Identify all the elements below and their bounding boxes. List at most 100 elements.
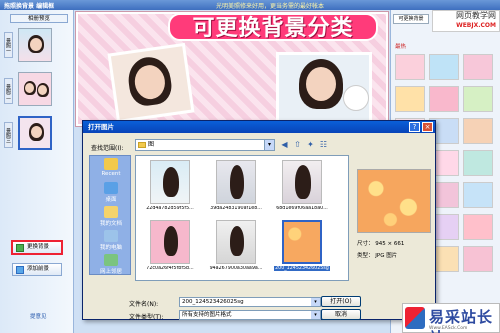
preview-pane: 尺寸： 945 × 661 类型： JPG 图片 — [355, 155, 433, 281]
network-icon — [104, 254, 118, 266]
add-image-icon — [16, 266, 24, 274]
place-my-documents[interactable]: 我的文档 — [92, 206, 130, 232]
watermark-top-title: 网页教学网 — [456, 11, 496, 20]
chevron-down-icon: ▾ — [311, 298, 320, 306]
look-in-dropdown[interactable]: 图 ▾ — [135, 139, 275, 151]
back-icon[interactable]: ◀ — [279, 139, 290, 150]
feedback-link[interactable]: 提意见 — [30, 312, 47, 320]
folder-icon — [138, 142, 146, 148]
open-button[interactable]: 打开(O) — [321, 296, 361, 307]
close-button[interactable]: × — [422, 122, 433, 132]
place-network-label: 网上邻居 — [99, 269, 122, 275]
file-item[interactable]: 39da2483190af1e8... — [208, 160, 264, 220]
documents-icon — [104, 206, 118, 218]
up-folder-icon[interactable]: ⇧ — [292, 139, 303, 150]
watermark-bottom: 易采站长站 Www.EASck.Com — [402, 303, 500, 333]
scene-label-1: 景照一 — [4, 32, 13, 58]
place-my-documents-label: 我的文档 — [99, 221, 122, 227]
filetype-label: 文件类型(T): — [129, 314, 164, 321]
file-thumbnail — [150, 220, 190, 264]
filetype-value: 所有支持的图片格式 — [182, 312, 232, 318]
place-my-computer[interactable]: 我的电脑 — [92, 230, 130, 256]
background-swatch[interactable] — [429, 54, 459, 80]
place-network[interactable]: 网上邻居 — [92, 254, 130, 280]
file-list: 22d4a782d59f5f5... 39da2483190af1e8... 6… — [135, 155, 349, 281]
filetype-dropdown[interactable]: 所有支持的图片格式 ▾ — [179, 310, 321, 320]
watermark-site-url: Www.EASck.Com — [429, 326, 468, 331]
site-logo-icon — [405, 307, 425, 329]
place-desktop[interactable]: 桌面 — [92, 182, 130, 208]
file-name: 39da2483190af1e8... — [210, 206, 262, 211]
file-thumbnail — [282, 160, 322, 204]
background-swatch[interactable] — [463, 246, 493, 272]
file-thumbnail — [216, 160, 256, 204]
scene-thumbnail-3[interactable] — [18, 116, 52, 150]
file-item[interactable]: 22d4a782d59f5f5... — [142, 160, 198, 220]
file-name: 68d1e69f06aa18a0... — [276, 206, 328, 211]
image-icon — [16, 244, 24, 252]
open-image-dialog: 打开图片 ? × 查找范围(I): 图 ▾ ◀ ⇧ ✦ ☷ Recent 桌面 … — [82, 120, 436, 321]
background-swatch[interactable] — [395, 86, 425, 112]
preview-size-value: 945 × 661 — [375, 241, 405, 247]
file-thumbnail — [150, 160, 190, 204]
preview-size: 尺寸： 945 × 661 — [357, 239, 404, 247]
filename-value: 200_124523426025sg — [182, 299, 244, 305]
file-item[interactable]: 68d1e69f06aa18a0... — [274, 160, 330, 220]
app-title-bar: 拖照换背景 编辑框 光明美照修来好用，更当务需的最好帐本 — [0, 0, 500, 10]
new-folder-icon[interactable]: ✦ — [305, 139, 316, 150]
add-foreground-label: 添加前景 — [27, 266, 50, 272]
album-preview-header: 相册预览 — [10, 14, 68, 23]
cancel-button[interactable]: 取消 — [321, 309, 361, 320]
file-item[interactable]: 72c0a26f4f5fbf5b... — [142, 220, 198, 280]
preview-size-label: 尺寸： — [357, 241, 374, 247]
category-hot[interactable]: 最热 — [395, 42, 406, 50]
change-background-button[interactable]: 更换背景 — [12, 241, 62, 254]
desktop-icon — [104, 182, 118, 194]
file-name: 200_124523426025sg — [274, 266, 330, 271]
watermark-top: 网页教学网 WEBJX.COM — [432, 10, 500, 32]
background-swatch[interactable] — [463, 182, 493, 208]
file-item-selected[interactable]: 200_124523426025sg — [274, 220, 330, 280]
photo-background-app: 拖照换背景 编辑框 光明美照修来好用，更当务需的最好帐本 相册预览 景照一 景照… — [0, 0, 500, 333]
filename-input[interactable]: 200_124523426025sg ▾ — [179, 297, 321, 307]
change-background-label: 更换背景 — [27, 244, 50, 250]
place-desktop-label: 桌面 — [105, 197, 117, 203]
background-swatch[interactable] — [463, 214, 493, 240]
watermark-top-url: WEBJX.COM — [456, 22, 496, 29]
app-notice: 光明美照修来好用，更当务需的最好帐本 — [216, 3, 325, 10]
view-menu-icon[interactable]: ☷ — [318, 139, 329, 150]
file-thumbnail — [282, 220, 322, 264]
canvas-photo-left — [107, 42, 195, 124]
balloon-shape — [343, 85, 369, 111]
file-name: 94a267900a30aa9a... — [209, 266, 263, 271]
preview-type: 类型： JPG 图片 — [357, 251, 397, 259]
background-swatch[interactable] — [463, 118, 493, 144]
scene-thumbnail-2[interactable] — [18, 72, 52, 106]
place-recent[interactable]: Recent — [92, 158, 130, 184]
place-my-computer-label: 我的电脑 — [99, 245, 122, 251]
background-swatch[interactable] — [463, 54, 493, 80]
dialog-bottom-row: 文件名(N): 200_124523426025sg ▾ 打开(O) 文件类型(… — [83, 287, 435, 321]
background-swatch[interactable] — [395, 54, 425, 80]
scene-thumbnail-1[interactable] — [18, 28, 52, 62]
places-bar: Recent 桌面 我的文档 我的电脑 网上邻居 — [89, 155, 131, 275]
file-item[interactable]: 94a267900a30aa9a... — [208, 220, 264, 280]
scene-label-2: 景照二 — [4, 78, 13, 104]
filename-label: 文件名(N): — [129, 301, 159, 308]
look-in-value: 图 — [148, 141, 155, 148]
file-name: 22d4a782d59f5f5... — [146, 206, 194, 211]
background-swatch[interactable] — [463, 86, 493, 112]
scene-label-3: 景照三 — [4, 122, 13, 148]
preview-type-label: 类型： — [357, 253, 374, 259]
app-title: 拖照换背景 编辑框 — [4, 3, 55, 10]
recent-icon — [104, 158, 118, 170]
add-foreground-button[interactable]: 添加前景 — [12, 263, 62, 276]
help-button[interactable]: ? — [409, 122, 420, 132]
left-panel: 相册预览 景照一 景照二 景照三 更换背景 添加前景 提意见 — [0, 10, 74, 333]
background-swatch[interactable] — [463, 150, 493, 176]
background-tab[interactable]: 可更换背景 — [393, 14, 429, 24]
background-swatch[interactable] — [429, 86, 459, 112]
preview-image — [357, 169, 431, 233]
file-name: 72c0a26f4f5fbf5b... — [146, 266, 194, 271]
file-thumbnail — [216, 220, 256, 264]
